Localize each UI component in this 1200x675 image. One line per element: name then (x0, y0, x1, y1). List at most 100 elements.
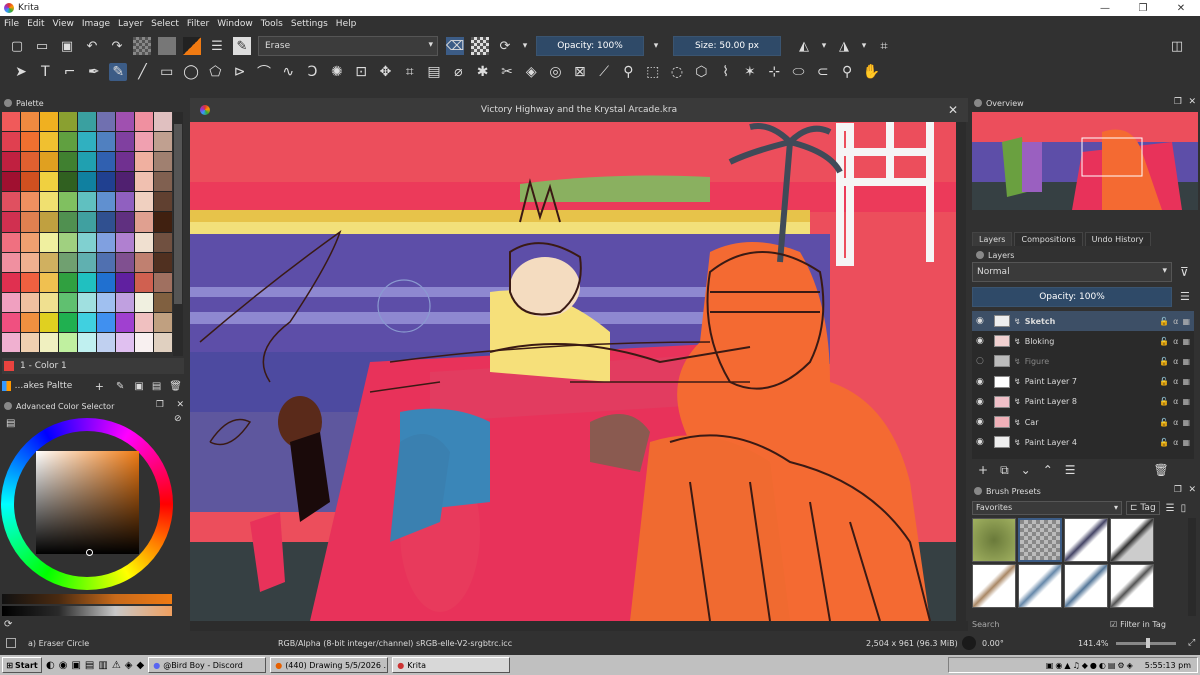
bezier-select-tool-icon[interactable]: ⬭ (790, 63, 808, 81)
palette-swatch[interactable] (116, 112, 134, 132)
palette-swatch[interactable] (116, 312, 134, 332)
line-tool-icon[interactable]: ╱ (133, 63, 151, 81)
layer-blend-select[interactable]: Normal ▾ (972, 262, 1172, 282)
polygon-select-tool-icon[interactable]: ⬡ (692, 63, 710, 81)
color-picker-tool-icon[interactable]: ⌀ (449, 63, 467, 81)
multibrush-tool-icon[interactable]: ✺ (328, 63, 346, 81)
palette-swatch[interactable] (116, 252, 134, 272)
tab-layers[interactable]: Layers (972, 232, 1013, 246)
duplicate-layer-icon[interactable]: ⧉ (1000, 463, 1009, 478)
quicklaunch-icon[interactable]: ◈ (125, 660, 133, 671)
palette-swatch[interactable] (97, 312, 115, 332)
palette-swatch[interactable] (21, 132, 39, 152)
freehand-select-tool-icon[interactable]: ⌇ (717, 63, 735, 81)
palette-swatch[interactable] (154, 272, 172, 292)
palette-swatch[interactable] (2, 192, 20, 212)
acs-reset-icon[interactable]: ⊘ (174, 414, 182, 424)
inherit-alpha-icon[interactable]: ▦ (1182, 438, 1190, 447)
alpha-icon[interactable]: α (1173, 438, 1178, 447)
brush-preset-tile[interactable] (972, 564, 1016, 608)
palette-swatch[interactable] (78, 292, 96, 312)
inherit-alpha-icon[interactable]: ▦ (1182, 377, 1190, 386)
palette-swatch[interactable] (97, 292, 115, 312)
palette-swatch[interactable] (59, 272, 77, 292)
palette-swatch[interactable] (78, 192, 96, 212)
move-layer-up-icon[interactable]: ⌃ (1043, 463, 1053, 477)
wrap-around-icon[interactable]: ⌗ (875, 37, 893, 55)
layer-row[interactable]: ◉ ↯ Paint Layer 8 🔓 α ▦ (972, 392, 1194, 412)
palette-swatch[interactable] (97, 212, 115, 232)
layer-row[interactable]: ◉ ↯ Car 🔓 α ▦ (972, 412, 1194, 432)
palette-swatch[interactable] (154, 332, 172, 352)
palette-swatch[interactable] (59, 232, 77, 252)
palette-swatch[interactable] (78, 172, 96, 192)
palette-swatch[interactable] (135, 112, 153, 132)
palette-swatch[interactable] (59, 112, 77, 132)
palette-swatch[interactable] (2, 232, 20, 252)
close-dock-icon[interactable]: ✕ (1188, 485, 1196, 495)
pan-tool-icon[interactable]: ✋ (862, 63, 880, 81)
palette-swatch[interactable] (116, 172, 134, 192)
quicklaunch-icon[interactable]: ◉ (59, 660, 68, 671)
edit-color-icon[interactable]: ✎ (116, 381, 124, 392)
palette-swatch[interactable] (40, 272, 58, 292)
palette-swatch[interactable] (116, 292, 134, 312)
palette-swatch[interactable] (40, 152, 58, 172)
quicklaunch-icon[interactable]: ◆ (137, 660, 145, 671)
fg-bg-color-icon[interactable] (183, 37, 201, 55)
palette-swatch[interactable] (154, 172, 172, 192)
brush-preset-scrollbar[interactable] (1188, 518, 1196, 616)
rotation-status[interactable]: 0.00° (982, 639, 1078, 648)
menu-settings[interactable]: Settings (291, 19, 328, 29)
dynamic-brush-tool-icon[interactable]: Ↄ (304, 63, 322, 81)
menu-tools[interactable]: Tools (261, 19, 283, 29)
similar-select-tool-icon[interactable]: ⊹ (765, 63, 783, 81)
brush-preset-tile[interactable] (972, 518, 1016, 562)
palette-swatch[interactable] (40, 212, 58, 232)
close-button[interactable]: ✕ (1162, 0, 1200, 16)
polyline-tool-icon[interactable]: ⊳ (231, 63, 249, 81)
task-discord[interactable]: ● @Bird Boy - Discord (148, 657, 267, 673)
palette-swatch[interactable] (135, 232, 153, 252)
horizontal-scrollbar[interactable] (190, 621, 968, 631)
menu-image[interactable]: Image (82, 19, 110, 29)
ellipse-select-tool-icon[interactable]: ◌ (668, 63, 686, 81)
magnetic-select-tool-icon[interactable]: ⊂ (814, 63, 832, 81)
palette-swatch[interactable] (135, 292, 153, 312)
palette-swatch[interactable] (40, 192, 58, 212)
menu-layer[interactable]: Layer (118, 19, 143, 29)
edit-shapes-tool-icon[interactable]: ⌐ (61, 63, 79, 81)
rectangle-tool-icon[interactable]: ▭ (158, 63, 176, 81)
palette-name-label[interactable]: ...akes Paltte (15, 381, 89, 391)
layer-row[interactable]: ◉ ↯ Paint Layer 4 🔓 α ▦ (972, 432, 1194, 452)
palette-swatch[interactable] (2, 312, 20, 332)
add-layer-icon[interactable]: + (978, 463, 988, 477)
palette-swatch[interactable] (2, 272, 20, 292)
brush-preset-icon[interactable]: ✎ (233, 37, 251, 55)
palette-swatch[interactable] (2, 252, 20, 272)
import-palette-icon[interactable]: ▤ (152, 381, 161, 392)
polygon-tool-icon[interactable]: ⬠ (206, 63, 224, 81)
lock-icon[interactable]: 🔓 (1159, 377, 1169, 386)
palette-swatch[interactable] (21, 212, 39, 232)
clock[interactable]: 5:55:13 pm (1145, 661, 1191, 670)
quicklaunch-icon[interactable]: ▣ (71, 660, 80, 671)
inherit-alpha-icon[interactable]: ▦ (1182, 418, 1190, 427)
add-color-icon[interactable]: + (95, 380, 104, 393)
lock-icon[interactable]: 🔓 (1159, 418, 1169, 427)
save-palette-icon[interactable]: ▣ (134, 381, 143, 392)
overview-thumbnail[interactable] (972, 112, 1198, 210)
palette-swatch[interactable] (154, 112, 172, 132)
palette-swatch[interactable] (97, 332, 115, 352)
layer-row[interactable]: ◉ ↯ Paint Layer 7 🔓 α ▦ (972, 372, 1194, 392)
palette-swatch[interactable] (116, 272, 134, 292)
palette-swatch[interactable] (21, 252, 39, 272)
minimize-button[interactable]: — (1086, 0, 1124, 16)
palette-swatch[interactable] (97, 272, 115, 292)
palette-swatch[interactable] (135, 252, 153, 272)
brush-preset-search[interactable]: Search (972, 620, 1102, 629)
palette-scrollbar[interactable] (173, 112, 183, 356)
palette-swatch[interactable] (135, 152, 153, 172)
chevron-down-icon[interactable]: ▾ (521, 37, 529, 55)
tab-undo-history[interactable]: Undo History (1084, 232, 1151, 246)
